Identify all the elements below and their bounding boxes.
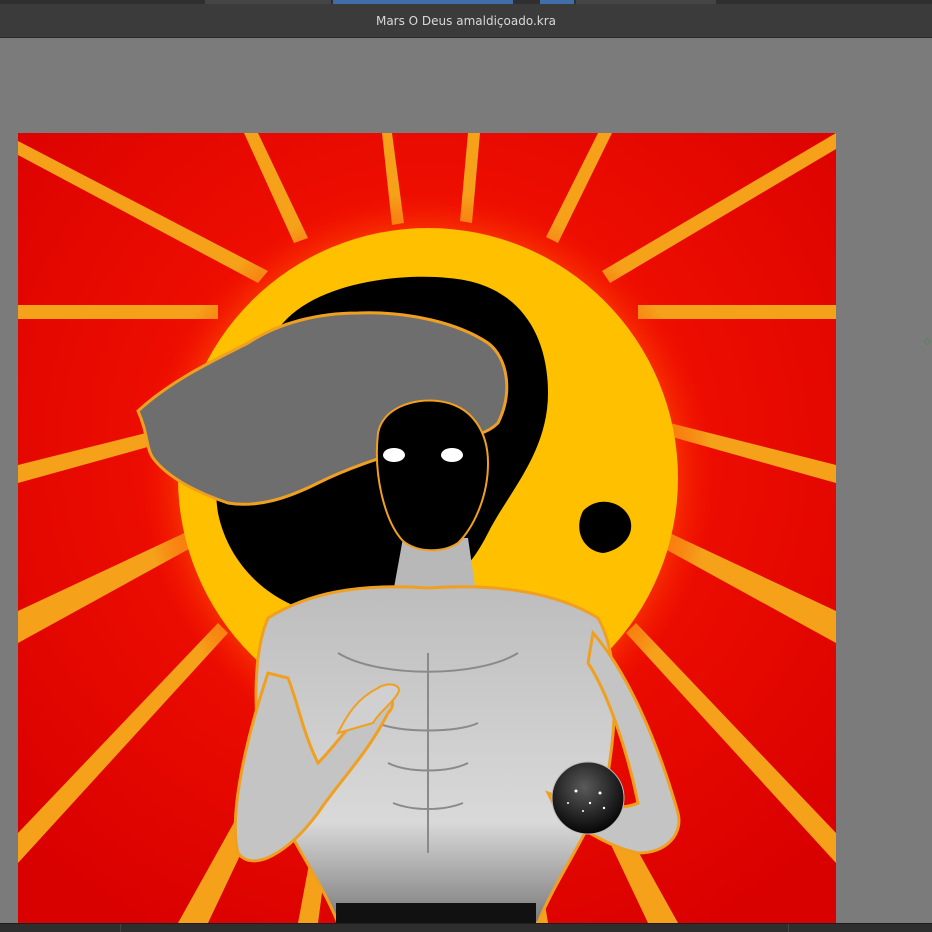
lower-shadow xyxy=(336,903,536,923)
artwork-svg xyxy=(18,133,836,923)
document-titlebar: Mars O Deus amaldiçoado.kra xyxy=(0,4,932,38)
status-segment xyxy=(788,924,789,932)
left-eye xyxy=(383,448,405,462)
guide-marker-icon[interactable]: ◇ xyxy=(924,337,931,347)
status-bar xyxy=(0,923,932,932)
document-title: Mars O Deus amaldiçoado.kra xyxy=(375,13,557,28)
canvas-artwork[interactable] xyxy=(18,133,836,923)
right-eye xyxy=(441,448,463,462)
status-segment xyxy=(120,924,121,932)
dark-orb xyxy=(551,761,625,835)
